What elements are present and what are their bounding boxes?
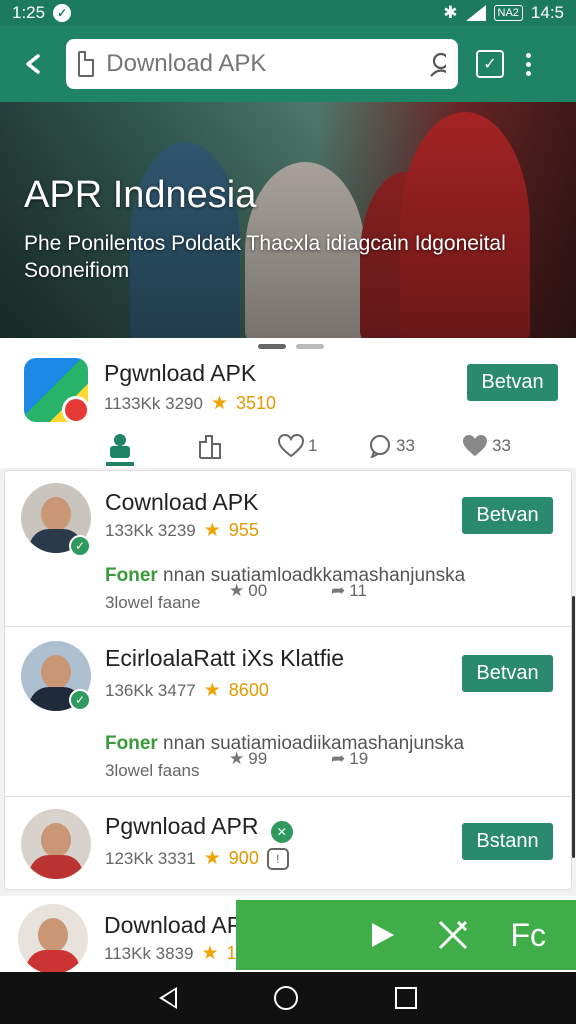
install-button[interactable]: Betvan: [462, 497, 553, 534]
hero-banner[interactable]: APR Indnesia Phe Ponilentos Poldatk Thac…: [0, 102, 576, 338]
app-logo-icon: [24, 358, 88, 422]
app-meta: 136Kk 3477 ★ 8600: [105, 679, 269, 702]
verified-icon: ✕: [268, 819, 295, 845]
app-meta: 113Kk 3839 ★ 1: [104, 942, 237, 965]
app-stats: 3lowel faane ★ 00 ➦ 11: [105, 581, 367, 613]
app-title: Download AP: [104, 912, 243, 938]
star-icon: ★: [210, 393, 228, 414]
user-search-icon[interactable]: [428, 51, 446, 77]
media-action-bar: Fc: [236, 900, 576, 970]
info-icon[interactable]: !: [266, 847, 289, 870]
tab-like[interactable]: 1: [278, 434, 317, 458]
list-item[interactable]: ✓ EcirloalaRatt iXs Klatfie 136Kk 3477 ★…: [5, 627, 571, 797]
forward-icon: ➦: [331, 581, 346, 600]
action-tabs: 1 33 33: [0, 426, 576, 466]
more-options-icon[interactable]: [526, 52, 531, 76]
forward-icon: ➦: [331, 749, 346, 768]
verified-icon: ✓: [69, 535, 91, 557]
install-button[interactable]: Bstann: [462, 823, 553, 860]
battery-icon: NA2: [493, 5, 523, 21]
download-count: 133Kk 3239: [105, 520, 196, 540]
home-icon: [110, 434, 130, 458]
favorite-count: 33: [492, 436, 511, 455]
hero-title: APR Indnesia: [24, 174, 257, 216]
app-title: EcirloalaRatt iXs Klatfie: [105, 645, 345, 671]
status-clock: 14:5: [530, 3, 564, 22]
tools-icon[interactable]: [436, 918, 470, 952]
tab-share[interactable]: [196, 432, 224, 460]
chevron-left-icon: [26, 54, 40, 74]
bluetooth-icon: ✱: [443, 3, 458, 22]
nav-recents-icon[interactable]: [395, 987, 418, 1009]
share-icon: [199, 435, 221, 459]
verified-icon: ✓: [69, 689, 91, 711]
like-count: 1: [308, 436, 318, 455]
share-stat[interactable]: ➦ 19: [331, 749, 368, 769]
rating-value: 8600: [228, 680, 269, 700]
app-title: Pgwnload APK: [104, 360, 257, 386]
app-meta: 133Kk 3239 ★ 955: [105, 519, 259, 542]
star-icon: ★: [203, 520, 221, 541]
star-icon: ★: [229, 749, 245, 768]
close-button[interactable]: [0, 26, 66, 102]
status-time: 1:25: [12, 3, 46, 22]
heart-filled-icon: [463, 435, 487, 456]
app-bar: ✓: [0, 26, 576, 102]
share-stat[interactable]: ➦ 11: [331, 581, 367, 601]
star-icon: ★: [203, 848, 221, 869]
stat-label: 3lowel faane: [105, 593, 201, 612]
rating-value: 955: [228, 520, 259, 540]
list-item[interactable]: Pgwnload APR ✕ 123Kk 3331 ★ 900 ! Bstann: [5, 797, 571, 889]
avatar: [18, 904, 88, 972]
signal-icon: [465, 5, 486, 21]
tab-indicator: [106, 462, 134, 466]
app-meta: 123Kk 3331 ★ 900 !: [105, 847, 289, 870]
rating-value: 3510: [235, 393, 277, 413]
heart-icon: [278, 434, 304, 458]
star-icon: ★: [201, 943, 219, 964]
overlay-label[interactable]: Fc: [510, 917, 546, 954]
status-bar: 1:25 ✓ ✱ NA2 14:5: [0, 0, 576, 26]
rating-value: 900: [228, 848, 259, 868]
hero-subtitle: Phe Ponilentos Poldatk Thacxla idiagcain…: [24, 232, 506, 282]
search-box[interactable]: [66, 39, 458, 89]
nav-back-icon[interactable]: [158, 987, 177, 1009]
app-description: Foner nnan suatiamloadkkamashanjunska: [105, 565, 466, 586]
nav-home-icon[interactable]: [273, 986, 298, 1010]
star-icon: ★: [229, 581, 245, 600]
stat-label: 3lowel faans: [105, 761, 200, 780]
download-count: 113Kk 3839: [104, 943, 194, 963]
document-icon: [78, 51, 95, 77]
avatar: [21, 809, 91, 879]
app-feed-list: ✓ Cownload APK 133Kk 3239 ★ 955 Betvan F…: [4, 470, 572, 890]
tab-comment[interactable]: 33: [368, 434, 415, 458]
app-title: Cownload APK: [105, 489, 259, 515]
tab-favorite[interactable]: 33: [462, 434, 511, 458]
play-icon[interactable]: [370, 921, 396, 949]
featured-app-card[interactable]: Pgwnload APK 1133Kk 3290 ★ 3510 Betvan 1…: [0, 338, 576, 468]
search-input[interactable]: [106, 50, 417, 78]
checkbox-icon[interactable]: ✓: [476, 50, 504, 78]
download-count: 1133Kk 3290: [104, 393, 203, 413]
check-circle-icon: ✓: [53, 4, 72, 22]
star-stat[interactable]: ★ 99: [229, 749, 267, 769]
scrollbar[interactable]: [572, 596, 575, 858]
star-stat[interactable]: ★ 00: [229, 581, 267, 601]
app-meta: 1133Kk 3290 ★ 3510: [104, 392, 276, 415]
comment-icon: [370, 435, 390, 458]
carousel-indicator: [258, 344, 324, 349]
install-button[interactable]: Betvan: [467, 364, 558, 401]
system-nav-bar: [0, 972, 576, 1024]
comment-count: 33: [396, 436, 415, 455]
install-button[interactable]: Betvan: [462, 655, 553, 692]
list-item[interactable]: ✓ Cownload APK 133Kk 3239 ★ 955 Betvan F…: [5, 471, 571, 627]
tab-home[interactable]: [106, 432, 134, 460]
app-description: Foner nnan suatiamioadiikamashanjunska: [105, 733, 465, 754]
download-count: 123Kk 3331: [105, 848, 196, 868]
app-title: Pgwnload APR ✕: [105, 813, 295, 845]
app-stats: 3lowel faans ★ 99 ➦ 19: [105, 749, 368, 781]
download-count: 136Kk 3477: [105, 680, 196, 700]
star-icon: ★: [203, 680, 221, 701]
